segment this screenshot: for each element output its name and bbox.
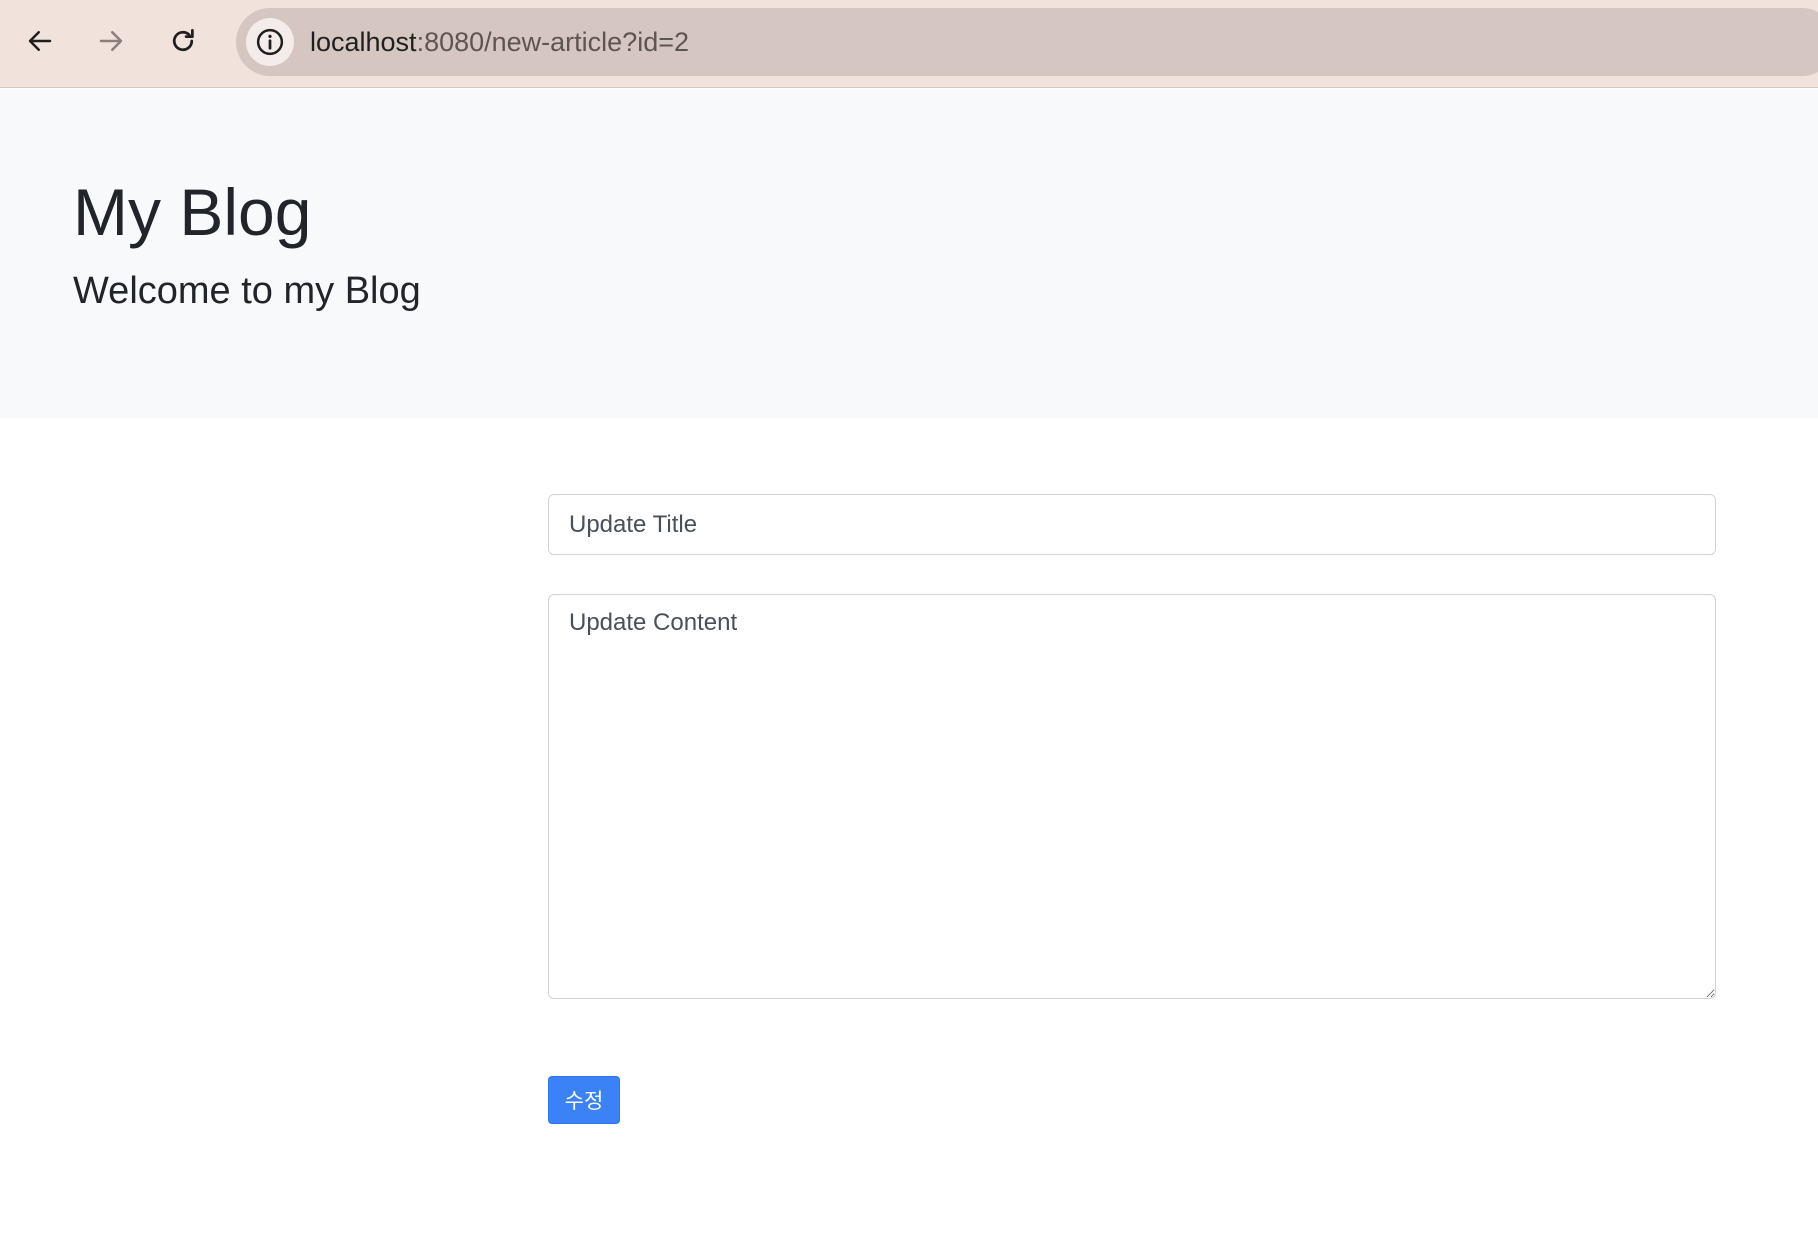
- arrow-left-icon: [28, 31, 52, 51]
- url-host: localhost: [310, 27, 417, 57]
- page-subtitle: Welcome to my Blog: [73, 270, 421, 312]
- address-bar[interactable]: localhost:8080/new-article?id=2: [236, 8, 1818, 76]
- reload-icon: [172, 29, 194, 52]
- reload-button[interactable]: [160, 18, 206, 64]
- header-banner: My Blog Welcome to my Blog: [0, 89, 1818, 418]
- url-path: :8080/new-article?id=2: [416, 27, 690, 57]
- info-icon: [256, 28, 284, 56]
- url-text[interactable]: localhost:8080/new-article?id=2: [310, 8, 689, 76]
- forward-button[interactable]: [88, 18, 134, 64]
- page-title: My Blog: [73, 175, 312, 249]
- back-button[interactable]: [17, 18, 63, 64]
- modify-button[interactable]: 수정: [548, 1076, 620, 1124]
- site-info-button[interactable]: [246, 18, 294, 66]
- title-input[interactable]: [548, 494, 1716, 555]
- arrow-right-icon: [99, 31, 123, 51]
- content-textarea[interactable]: [548, 594, 1716, 999]
- browser-toolbar: localhost:8080/new-article?id=2: [0, 0, 1818, 88]
